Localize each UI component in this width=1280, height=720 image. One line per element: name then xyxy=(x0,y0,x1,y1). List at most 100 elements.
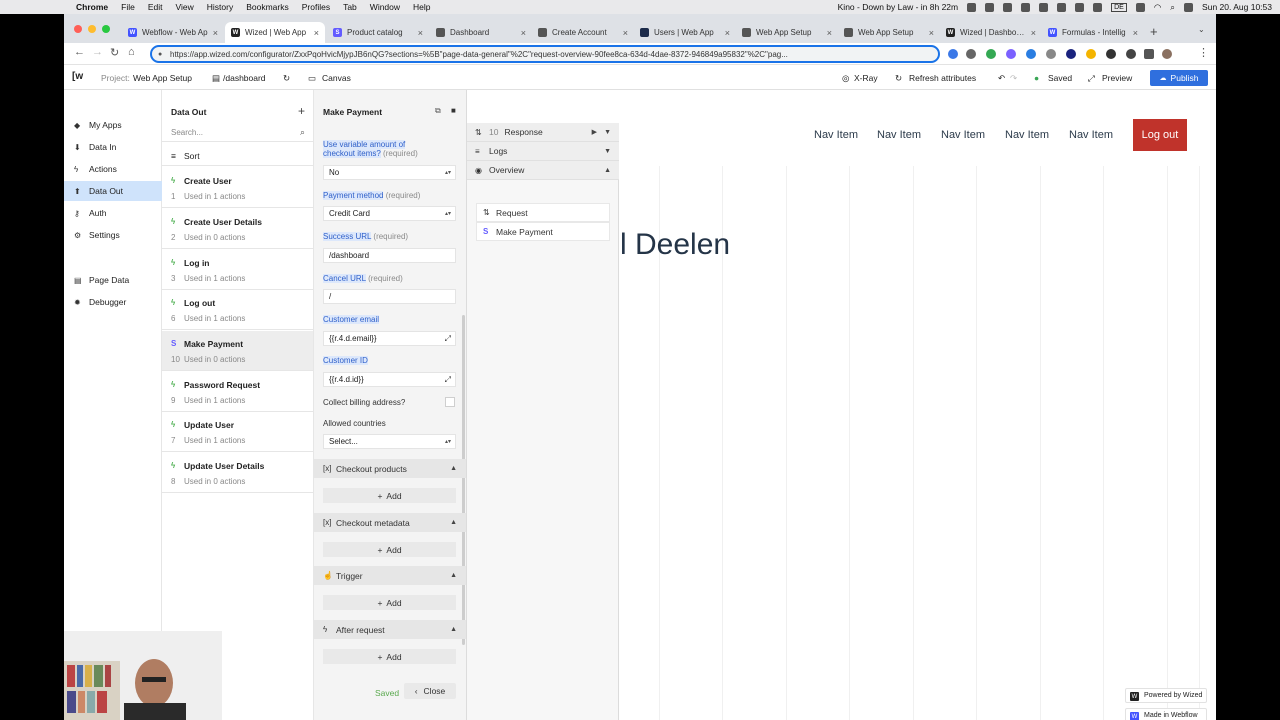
add-request-button[interactable]: + xyxy=(298,104,305,118)
sidebar-item-my-apps[interactable]: ◆ My Apps xyxy=(64,115,162,135)
menu-profiles[interactable]: Profiles xyxy=(302,2,330,12)
chevron-down-icon[interactable]: ▼ xyxy=(604,148,611,155)
close-button[interactable]: ‹ Close xyxy=(404,683,456,699)
tray-icon[interactable] xyxy=(985,2,995,12)
extension-icon[interactable] xyxy=(966,49,976,59)
sidebar-item-debugger[interactable]: ✹ Debugger xyxy=(64,292,162,312)
wifi-icon[interactable]: ◠ xyxy=(1154,2,1161,13)
sidebar-item-data-in[interactable]: ⬇ Data In xyxy=(64,137,162,157)
browser-tab[interactable]: W Wized | Dashboard × xyxy=(940,22,1042,43)
now-playing[interactable]: Kino - Down by Law - in 8h 22m xyxy=(838,2,958,12)
close-icon[interactable]: × xyxy=(314,28,319,38)
more-menu-icon[interactable]: ⋮ xyxy=(1198,46,1209,59)
extension-icon[interactable] xyxy=(1106,49,1116,59)
overview-request-item[interactable]: ⇅ Request xyxy=(476,203,610,222)
browser-tab[interactable]: W Webflow - Web Ap × xyxy=(122,22,224,43)
menu-view[interactable]: View xyxy=(175,2,193,12)
forward-icon[interactable]: → xyxy=(92,46,103,58)
menu-tab[interactable]: Tab xyxy=(343,2,357,12)
chevron-down-icon[interactable]: ▼ xyxy=(604,129,611,136)
search-input[interactable]: Search... ⌕ xyxy=(162,124,313,142)
browser-tab[interactable]: W Formulas - Intellig × xyxy=(1042,22,1144,43)
extension-icon[interactable] xyxy=(1006,49,1016,59)
menu-chrome[interactable]: Chrome xyxy=(76,2,108,12)
extension-icon[interactable] xyxy=(1066,49,1076,59)
menu-edit[interactable]: Edit xyxy=(148,2,163,12)
minimize-window-button[interactable] xyxy=(88,25,96,33)
browser-tab-active[interactable]: W Wized | Web App × xyxy=(225,22,325,43)
logs-row[interactable]: ≡ Logs ▼ xyxy=(467,142,619,161)
close-icon[interactable]: × xyxy=(725,28,730,38)
request-item[interactable]: ϟ Update User Details 8 Used in 0 actions xyxy=(162,453,313,493)
checkout-metadata-section[interactable]: [x] Checkout metadata ▲ xyxy=(314,513,466,532)
preview-button[interactable]: Preview xyxy=(1102,73,1132,83)
battery-icon[interactable] xyxy=(1135,2,1145,12)
close-icon[interactable]: × xyxy=(521,28,526,38)
nav-item[interactable]: Nav Item xyxy=(1069,129,1113,141)
refresh-attributes-button[interactable]: Refresh attributes xyxy=(909,73,976,83)
menu-file[interactable]: File xyxy=(121,2,135,12)
sort-button[interactable]: ≡ Sort xyxy=(162,146,313,166)
close-icon[interactable]: × xyxy=(1133,28,1138,38)
tray-icon[interactable] xyxy=(1021,2,1031,12)
sidebar-item-data-out[interactable]: ⬆ Data Out xyxy=(64,181,162,201)
request-item[interactable]: ϟ Create User 1 Used in 1 actions xyxy=(162,168,313,208)
menu-bookmarks[interactable]: Bookmarks xyxy=(246,2,289,12)
trigger-section[interactable]: ☝ Trigger ▲ xyxy=(314,566,466,585)
undo-icon[interactable]: ↶ xyxy=(998,73,1005,84)
volume-icon[interactable] xyxy=(1093,2,1103,12)
request-item[interactable]: ϟ Update User 7 Used in 1 actions xyxy=(162,412,313,452)
customer-id-field[interactable]: {{r.4.d.id}} ⤢ xyxy=(323,372,456,387)
chevron-up-icon[interactable]: ▲ xyxy=(450,519,457,526)
browser-tab[interactable]: Dashboard × xyxy=(430,22,532,43)
chevron-up-icon[interactable]: ▲ xyxy=(450,626,457,633)
browser-tab[interactable]: Web App Setup × xyxy=(736,22,838,43)
logout-button[interactable]: Log out xyxy=(1133,119,1187,151)
cancel-url-field[interactable]: / xyxy=(323,289,456,304)
xray-button[interactable]: X-Ray xyxy=(854,73,878,83)
publish-button[interactable]: ☁ Publish xyxy=(1150,70,1208,86)
request-item[interactable]: ϟ Create User Details 2 Used in 0 actions xyxy=(162,209,313,249)
powered-by-wized-badge[interactable]: W Powered by Wized xyxy=(1125,688,1207,703)
nav-item[interactable]: Nav Item xyxy=(814,129,858,141)
profile-avatar[interactable] xyxy=(1162,49,1172,59)
maximize-window-button[interactable] xyxy=(102,25,110,33)
redo-icon[interactable]: ↷ xyxy=(1010,73,1017,84)
overview-payment-item[interactable]: S Make Payment xyxy=(476,222,610,241)
canvas-toggle[interactable]: Canvas xyxy=(322,73,351,83)
expand-icon[interactable]: ⤢ xyxy=(445,334,451,344)
control-center-icon[interactable] xyxy=(1184,2,1194,12)
add-trigger-button[interactable]: + Add xyxy=(323,595,456,610)
close-icon[interactable]: × xyxy=(418,28,423,38)
new-tab-button[interactable]: + xyxy=(1150,24,1158,39)
overview-row[interactable]: ◉ Overview ▲ xyxy=(467,161,619,180)
trash-icon[interactable]: ■ xyxy=(451,106,456,115)
tray-icon[interactable] xyxy=(967,2,977,12)
sidepanel-icon[interactable] xyxy=(1144,49,1154,59)
extension-icon[interactable] xyxy=(1046,49,1056,59)
request-item[interactable]: ϟ Log in 3 Used in 1 actions xyxy=(162,250,313,290)
project-name[interactable]: Web App Setup xyxy=(133,73,192,83)
extension-icon[interactable] xyxy=(986,49,996,59)
browser-tab[interactable]: S Product catalog × xyxy=(327,22,429,43)
chevron-up-icon[interactable]: ▲ xyxy=(604,167,611,174)
input-language[interactable]: DE xyxy=(1111,2,1127,12)
extension-icon[interactable] xyxy=(948,49,958,59)
extension-icon[interactable] xyxy=(1086,49,1096,59)
request-item[interactable]: ϟ Log out 6 Used in 1 actions xyxy=(162,290,313,330)
close-icon[interactable]: × xyxy=(1031,28,1036,38)
home-icon[interactable]: ⌂ xyxy=(128,46,135,58)
customer-email-field[interactable]: {{r.4.d.email}} ⤢ xyxy=(323,331,456,346)
play-icon[interactable]: ▶ xyxy=(592,128,597,136)
close-icon[interactable]: × xyxy=(827,28,832,38)
nav-item[interactable]: Nav Item xyxy=(941,129,985,141)
duplicate-icon[interactable]: ⧉ xyxy=(435,106,441,116)
payment-method-select[interactable]: Credit Card ▴▾ xyxy=(323,206,456,221)
browser-tab[interactable]: Web App Setup × xyxy=(838,22,940,43)
chevron-up-icon[interactable]: ▲ xyxy=(450,572,457,579)
add-after-request-button[interactable]: + Add xyxy=(323,649,456,664)
add-checkout-product-button[interactable]: + Add xyxy=(323,488,456,503)
menu-history[interactable]: History xyxy=(207,2,233,12)
tray-icon[interactable] xyxy=(1003,2,1013,12)
search-icon[interactable]: ⌕ xyxy=(300,127,305,138)
